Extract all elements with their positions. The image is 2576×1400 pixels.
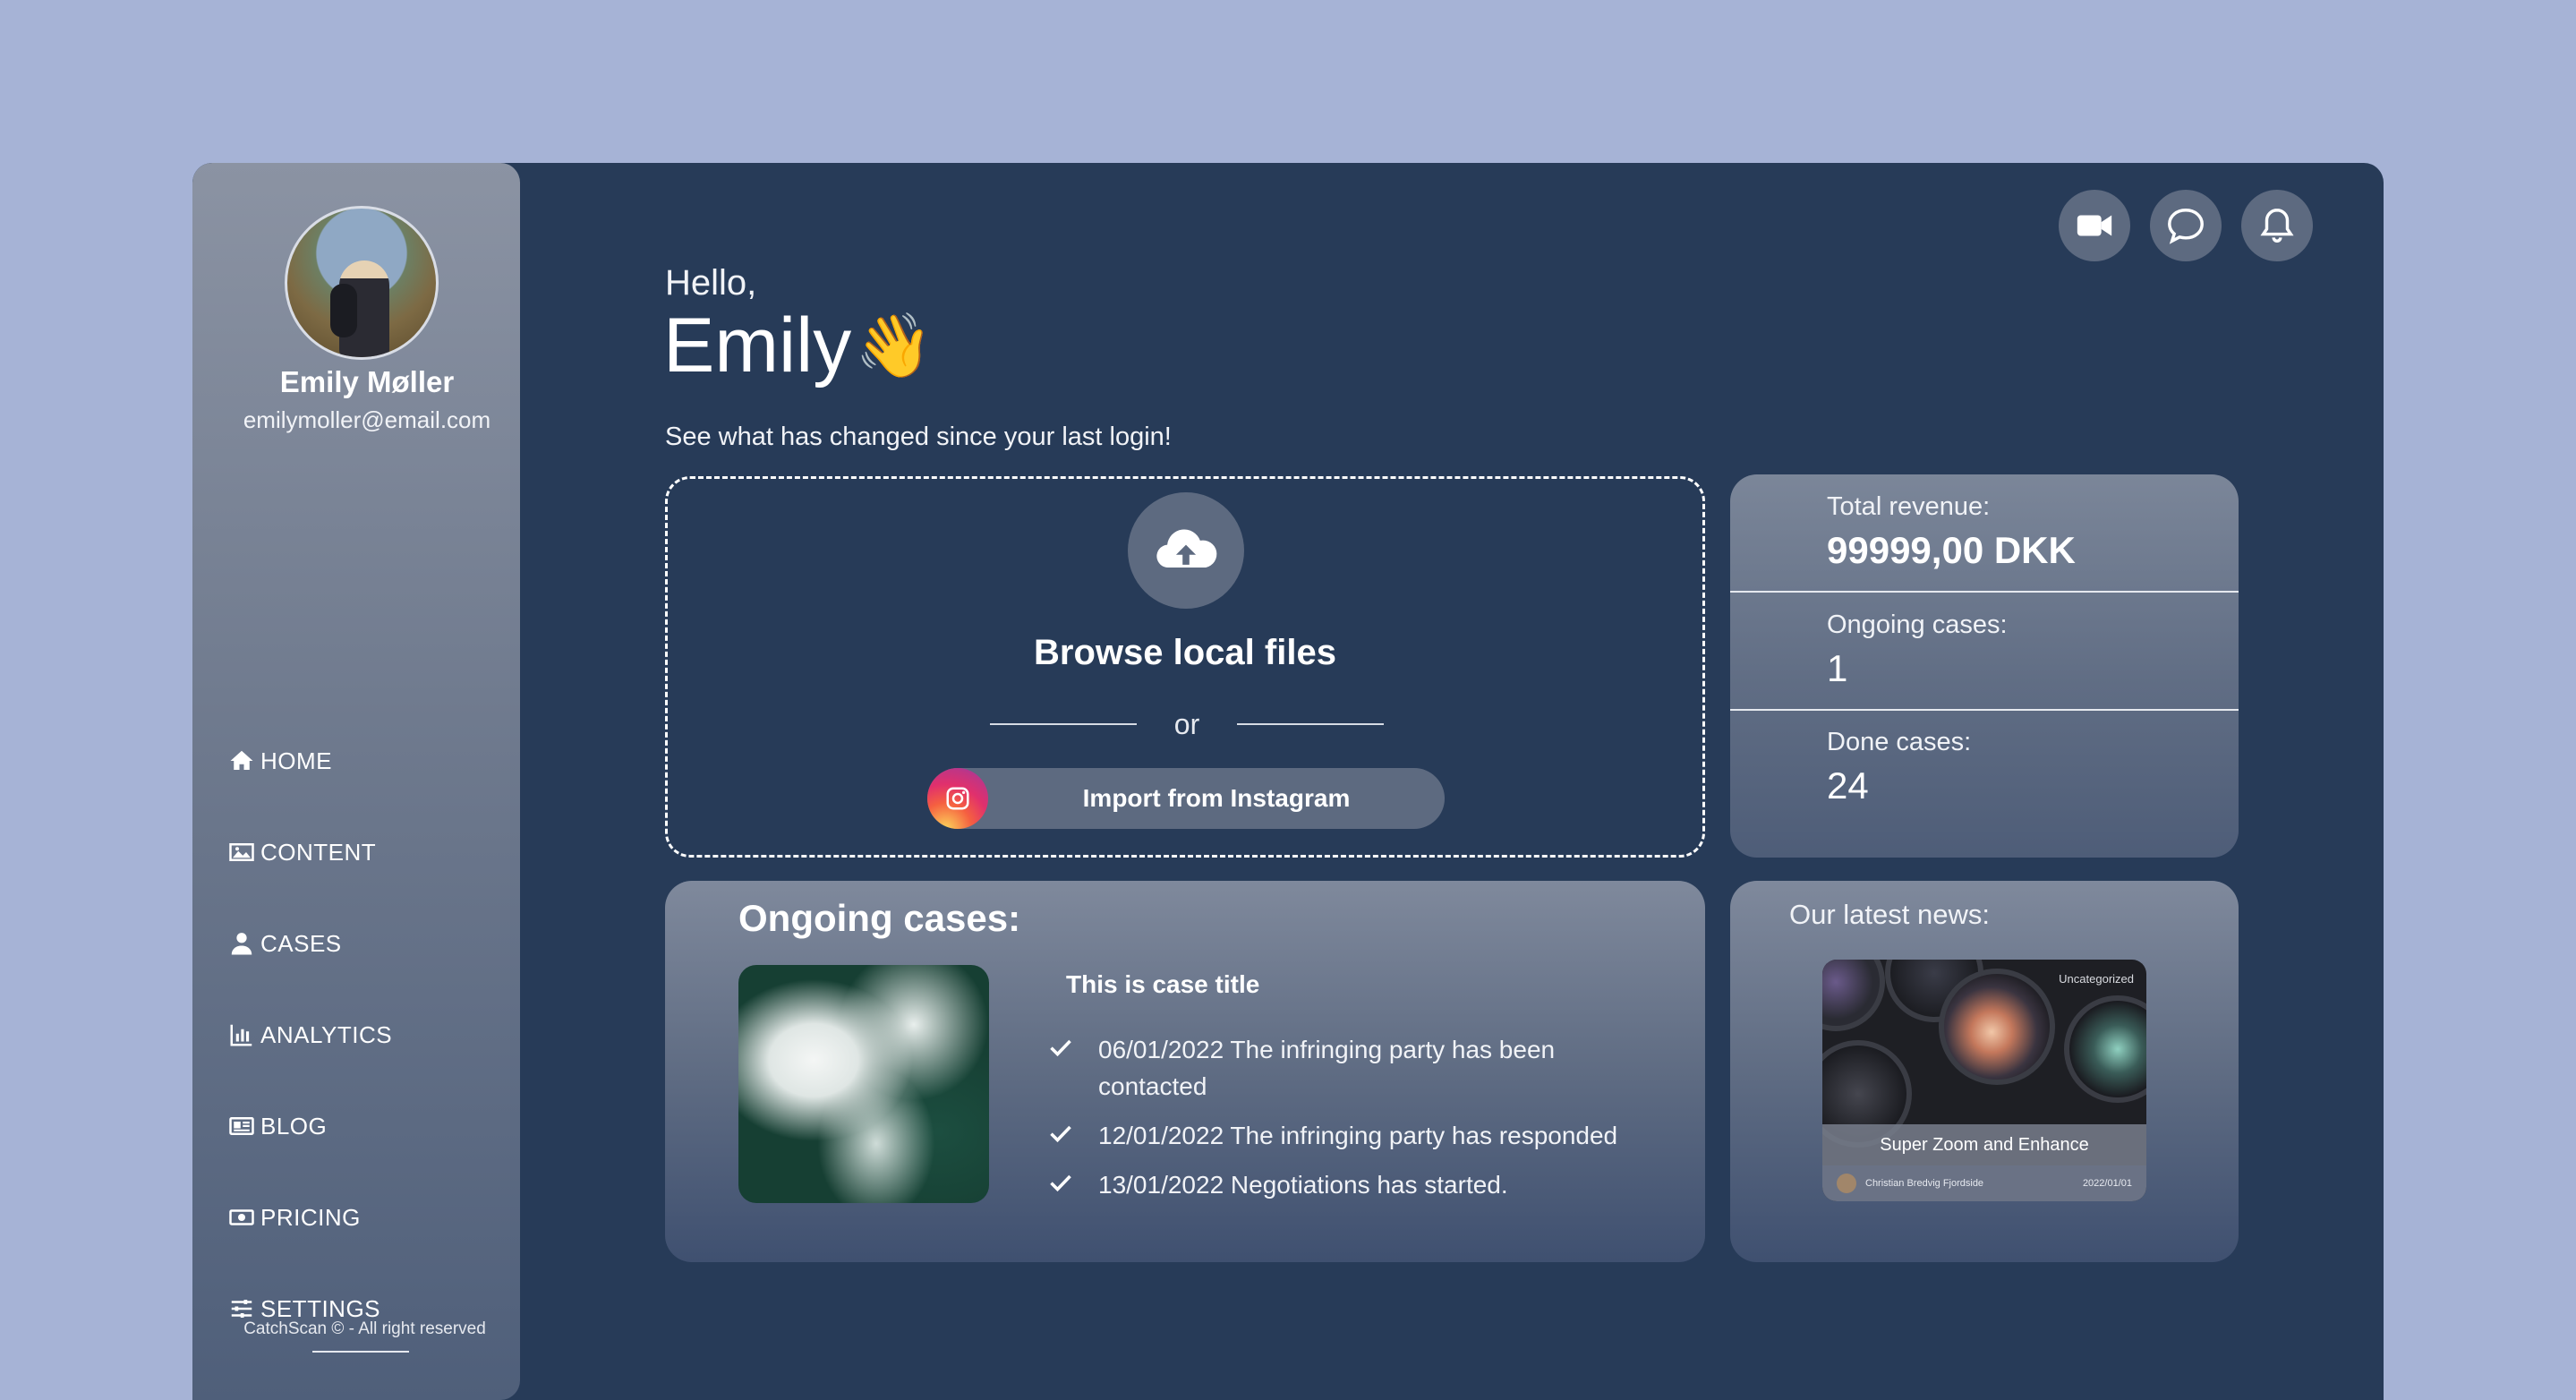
sidebar-item-content[interactable]: CONTENT — [228, 834, 392, 870]
stat-ongoing-cases: Ongoing cases: 1 — [1827, 610, 2008, 690]
image-icon — [229, 843, 254, 861]
or-separator: or — [990, 706, 1384, 742]
stat-total-revenue: Total revenue: 99999,00 DKK — [1827, 492, 2076, 572]
footer-copyright: CatchScan © - All right reserved — [243, 1319, 486, 1338]
sidebar-item-label: CONTENT — [260, 838, 377, 866]
sidebar-item-label: BLOG — [260, 1112, 328, 1140]
ongoing-cases-title: Ongoing cases: — [738, 897, 1021, 939]
sidebar-item-analytics[interactable]: ANALYTICS — [228, 1017, 392, 1053]
sidebar-item-label: SETTINGS — [260, 1294, 381, 1322]
avatar-dog — [330, 284, 357, 337]
news-date: 2022/01/01 — [2082, 1178, 2132, 1189]
video-camera-icon — [2077, 215, 2112, 236]
stat-value: 1 — [1827, 647, 1848, 689]
greeting-name-line: Emily 👋 — [663, 302, 933, 390]
ongoing-cases-card: Ongoing cases: This is case title 06/01/… — [665, 881, 1705, 1262]
video-call-button[interactable] — [2059, 190, 2130, 261]
app-window: Emily Møller emilymoller@email.com HOME … — [192, 163, 2384, 1400]
divider — [1730, 709, 2239, 711]
greeting-name: Emily — [663, 303, 852, 388]
sidebar-nav: HOME CONTENT CASES ANALYTICS BLOG PRICIN… — [228, 743, 392, 1382]
case-event-text: 13/01/2022 Negotiations has started. — [1098, 1171, 1508, 1199]
greeting-hello: Hello, — [665, 263, 757, 303]
sidebar-item-pricing[interactable]: PRICING — [228, 1199, 392, 1235]
lens-image — [1822, 960, 1885, 1031]
stat-label: Done cases: — [1827, 728, 1972, 756]
upload-button[interactable] — [1128, 492, 1244, 609]
case-event-text: 06/01/2022 The infringing party has been… — [1098, 1036, 1556, 1100]
home-icon — [230, 750, 253, 770]
instagram-glyph — [946, 787, 969, 810]
sidebar-item-label: CASES — [260, 929, 342, 957]
stat-value: 24 — [1827, 764, 1869, 807]
checkmark-icon — [1050, 1174, 1071, 1192]
latest-news-title: Our latest news: — [1789, 899, 1990, 930]
sidebar-item-label: HOME — [260, 747, 332, 774]
stat-label: Total revenue: — [1827, 492, 1991, 521]
newspaper-icon — [229, 1117, 254, 1135]
chat-bubble-icon — [2168, 209, 2204, 244]
stat-done-cases: Done cases: 24 — [1827, 728, 1971, 807]
case-timeline: 06/01/2022 The infringing party has been… — [1048, 1031, 1657, 1216]
latest-news-card: Our latest news: Uncategorized Super Zoo… — [1730, 881, 2239, 1262]
cloud-upload-icon — [1156, 529, 1217, 568]
messages-button[interactable] — [2150, 190, 2222, 261]
sidebar-item-cases[interactable]: CASES — [228, 926, 392, 961]
sliders-icon — [231, 1300, 252, 1318]
news-article-card[interactable]: Uncategorized Super Zoom and Enhance Chr… — [1822, 960, 2146, 1201]
case-thumbnail[interactable] — [738, 965, 989, 1203]
list-item: 13/01/2022 Negotiations has started. — [1048, 1166, 1657, 1203]
sidebar-item-blog[interactable]: BLOG — [228, 1108, 392, 1144]
divider — [1730, 591, 2239, 593]
or-label: or — [1173, 707, 1200, 740]
bell-icon — [2260, 209, 2294, 243]
checkmark-icon — [1050, 1125, 1071, 1143]
case-event-text: 12/01/2022 The infringing party has resp… — [1098, 1122, 1618, 1149]
sidebar-item-home[interactable]: HOME — [228, 743, 392, 779]
import-instagram-label: Import from Instagram — [1082, 784, 1351, 812]
news-article-title: Super Zoom and Enhance — [1822, 1124, 2146, 1165]
sidebar-item-label: PRICING — [260, 1203, 361, 1231]
or-line-right — [1236, 723, 1384, 725]
case-title[interactable]: This is case title — [1066, 970, 1259, 999]
lens-image — [1939, 969, 2055, 1085]
notifications-button[interactable] — [2241, 190, 2313, 261]
checkmark-icon — [1050, 1039, 1071, 1057]
stats-card: Total revenue: 99999,00 DKK Ongoing case… — [1730, 474, 2239, 858]
waving-hand-icon: 👋 — [855, 310, 934, 380]
instagram-icon — [927, 768, 988, 829]
sidebar: Emily Møller emilymoller@email.com HOME … — [192, 163, 520, 1400]
news-category-badge: Uncategorized — [2059, 972, 2134, 986]
author-avatar — [1837, 1174, 1856, 1193]
user-email: emilymoller@email.com — [243, 406, 491, 433]
money-icon — [229, 1209, 254, 1225]
user-icon — [231, 933, 252, 955]
browse-local-files-link[interactable]: Browse local files — [668, 633, 1702, 673]
greeting-subtitle: See what has changed since your last log… — [665, 423, 1172, 451]
news-author: Christian Bredvig Fjordside — [1865, 1178, 1984, 1189]
user-name: Emily Møller — [279, 365, 455, 398]
sidebar-item-label: ANALYTICS — [260, 1020, 393, 1048]
news-article-meta: Christian Bredvig Fjordside 2022/01/01 — [1822, 1165, 2146, 1201]
stat-label: Ongoing cases: — [1827, 610, 2008, 639]
import-instagram-button[interactable]: Import from Instagram — [927, 768, 1445, 829]
upload-dropzone[interactable]: Browse local files or Import from Instag… — [665, 476, 1705, 858]
footer-underline — [312, 1351, 409, 1353]
stat-value: 99999,00 DKK — [1827, 529, 2076, 571]
lens-image — [2064, 995, 2146, 1103]
or-line-left — [990, 723, 1137, 725]
list-item: 12/01/2022 The infringing party has resp… — [1048, 1117, 1657, 1154]
list-item: 06/01/2022 The infringing party has been… — [1048, 1031, 1657, 1105]
bar-chart-icon — [230, 1024, 252, 1046]
avatar[interactable] — [285, 206, 439, 360]
